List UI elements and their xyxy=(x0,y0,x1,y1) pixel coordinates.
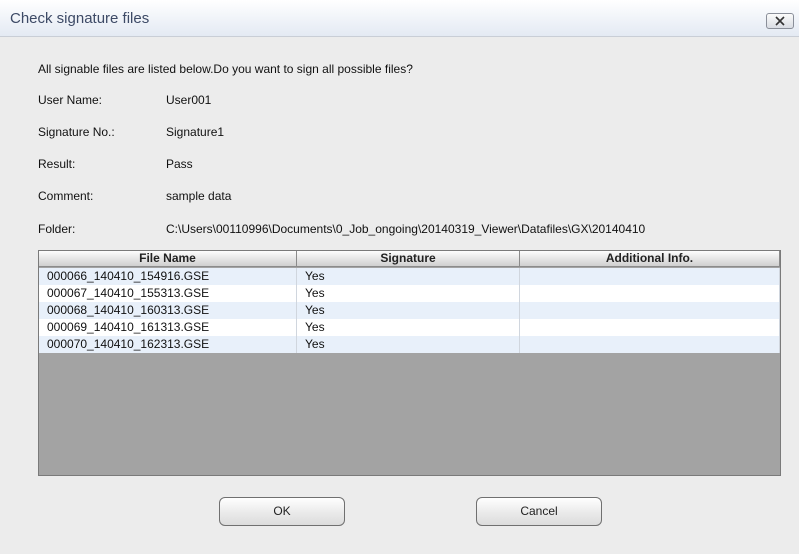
title-bar: Check signature files xyxy=(0,0,799,37)
signature-cell: Yes xyxy=(297,302,520,319)
file-name-cell: 000068_140410_160313.GSE xyxy=(39,302,297,319)
signature-cell: Yes xyxy=(297,336,520,353)
table-body: 000066_140410_154916.GSE Yes 000067_1404… xyxy=(39,268,780,353)
file-name-cell: 000069_140410_161313.GSE xyxy=(39,319,297,336)
close-icon xyxy=(775,16,785,26)
table-row[interactable]: 000067_140410_155313.GSE Yes xyxy=(39,285,780,302)
additional-info-cell xyxy=(520,319,780,336)
table-header: File Name Signature Additional Info. xyxy=(39,251,780,267)
signature-cell: Yes xyxy=(297,268,520,285)
comment-value: sample data xyxy=(166,189,232,203)
signature-cell: Yes xyxy=(297,285,520,302)
cancel-button[interactable]: Cancel xyxy=(476,497,602,526)
window-title: Check signature files xyxy=(10,10,150,27)
result-label: Result: xyxy=(38,157,76,171)
signature-no-label: Signature No.: xyxy=(38,125,115,139)
table-row[interactable]: 000070_140410_162313.GSE Yes xyxy=(39,336,780,353)
additional-info-cell xyxy=(520,336,780,353)
intro-text: All signable files are listed below.Do y… xyxy=(38,62,413,76)
additional-info-cell xyxy=(520,302,780,319)
file-name-cell: 000070_140410_162313.GSE xyxy=(39,336,297,353)
table-row[interactable]: 000066_140410_154916.GSE Yes xyxy=(39,268,780,285)
user-name-value: User001 xyxy=(166,93,212,107)
signature-no-value: Signature1 xyxy=(166,125,225,139)
file-name-cell: 000067_140410_155313.GSE xyxy=(39,285,297,302)
column-header-file-name[interactable]: File Name xyxy=(39,251,297,267)
folder-label: Folder: xyxy=(38,222,76,236)
ok-button[interactable]: OK xyxy=(219,497,345,526)
comment-label: Comment: xyxy=(38,189,94,203)
file-name-cell: 000066_140410_154916.GSE xyxy=(39,268,297,285)
additional-info-cell xyxy=(520,268,780,285)
table-row[interactable]: 000068_140410_160313.GSE Yes xyxy=(39,302,780,319)
column-header-additional-info[interactable]: Additional Info. xyxy=(520,251,780,267)
close-button[interactable] xyxy=(766,13,794,29)
file-table[interactable]: File Name Signature Additional Info. 000… xyxy=(38,250,781,476)
folder-path: C:\Users\00110996\Documents\0_Job_ongoin… xyxy=(166,222,646,236)
user-name-label: User Name: xyxy=(38,93,103,107)
additional-info-cell xyxy=(520,285,780,302)
table-row[interactable]: 000069_140410_161313.GSE Yes xyxy=(39,319,780,336)
signature-cell: Yes xyxy=(297,319,520,336)
column-header-signature[interactable]: Signature xyxy=(297,251,520,267)
result-value: Pass xyxy=(166,157,193,171)
